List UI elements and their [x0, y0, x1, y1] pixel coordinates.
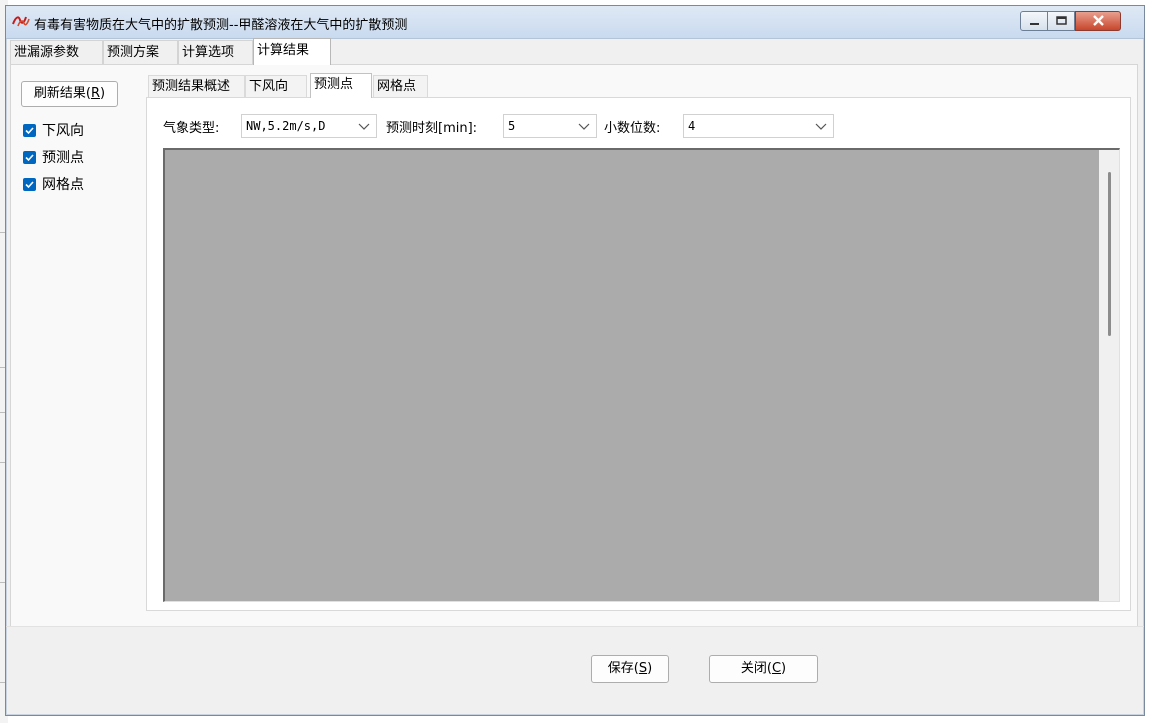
checkbox-checked-icon[interactable]	[23, 123, 36, 137]
prediction-time-value: 5	[508, 119, 516, 133]
maximize-button[interactable]	[1047, 11, 1075, 31]
tab-prediction-plan[interactable]: 预测方案	[103, 40, 178, 64]
save-label: 保存(	[607, 661, 639, 676]
minimize-icon	[1030, 23, 1039, 25]
save-label-tail: )	[647, 661, 653, 676]
prediction-time-select[interactable]: 5	[503, 114, 597, 138]
close-accel-key: C	[771, 661, 782, 676]
refresh-label-tail: )	[100, 86, 106, 101]
prediction-time-label: 预测时刻[min]:	[386, 121, 478, 136]
checkbox-label: 网格点	[42, 177, 84, 193]
divider	[6, 626, 1144, 627]
window-title: 有毒有害物质在大气中的扩散预测--甲醛溶液在大气中的扩散预测	[34, 18, 408, 33]
scrollbar-thumb[interactable]	[1108, 172, 1111, 336]
decimal-places-select[interactable]: 4	[683, 114, 834, 138]
title-bar[interactable]: 有毒有害物质在大气中的扩散预测--甲醛溶液在大气中的扩散预测	[6, 6, 1144, 39]
tab-calc-results[interactable]: 计算结果	[253, 38, 331, 65]
refresh-results-button[interactable]: 刷新结果(R)	[21, 81, 118, 107]
checkbox-label: 预测点	[42, 150, 84, 166]
save-accel-key: S	[638, 661, 648, 676]
vertical-scrollbar[interactable]	[1099, 150, 1119, 601]
decimal-places-value: 4	[688, 119, 696, 133]
checkbox-checked-icon[interactable]	[23, 177, 36, 191]
tab-leak-source[interactable]: 泄漏源参数	[10, 40, 103, 64]
decimal-places-label: 小数位数:	[604, 121, 661, 136]
checkbox-label: 下风向	[42, 123, 84, 139]
tab-calc-options[interactable]: 计算选项	[178, 40, 253, 64]
weather-type-label: 气象类型:	[163, 121, 220, 136]
checkbox-downwind[interactable]: 下风向	[23, 120, 84, 140]
subtab-overview[interactable]: 预测结果概述	[148, 75, 245, 97]
checkbox-grid-point[interactable]: 网格点	[23, 174, 84, 194]
refresh-label: 刷新结果(	[33, 86, 91, 101]
weather-type-value: NW,5.2m/s,D	[246, 119, 326, 133]
refresh-accel-key: R	[90, 86, 101, 101]
weather-type-select[interactable]: NW,5.2m/s,D	[241, 114, 377, 138]
close-window-button[interactable]	[1075, 11, 1121, 31]
subtab-prediction-point[interactable]: 预测点	[310, 73, 372, 98]
app-logo-icon	[12, 16, 30, 27]
close-icon	[1093, 15, 1104, 26]
maximize-icon	[1056, 16, 1067, 25]
minimize-button[interactable]	[1020, 11, 1048, 31]
close-button[interactable]: 关闭(C)	[709, 655, 818, 683]
subtab-grid-point[interactable]: 网格点	[373, 75, 428, 97]
close-label-tail: )	[781, 661, 787, 676]
save-button[interactable]: 保存(S)	[591, 655, 669, 683]
subtab-downwind[interactable]: 下风向	[245, 75, 307, 97]
chevron-down-icon	[578, 123, 590, 130]
results-grid[interactable]	[163, 148, 1120, 602]
chevron-down-icon	[358, 123, 370, 130]
chevron-down-icon	[815, 123, 827, 130]
checkbox-checked-icon[interactable]	[23, 150, 36, 164]
checkbox-prediction-point[interactable]: 预测点	[23, 147, 84, 167]
close-label: 关闭(	[740, 661, 772, 676]
